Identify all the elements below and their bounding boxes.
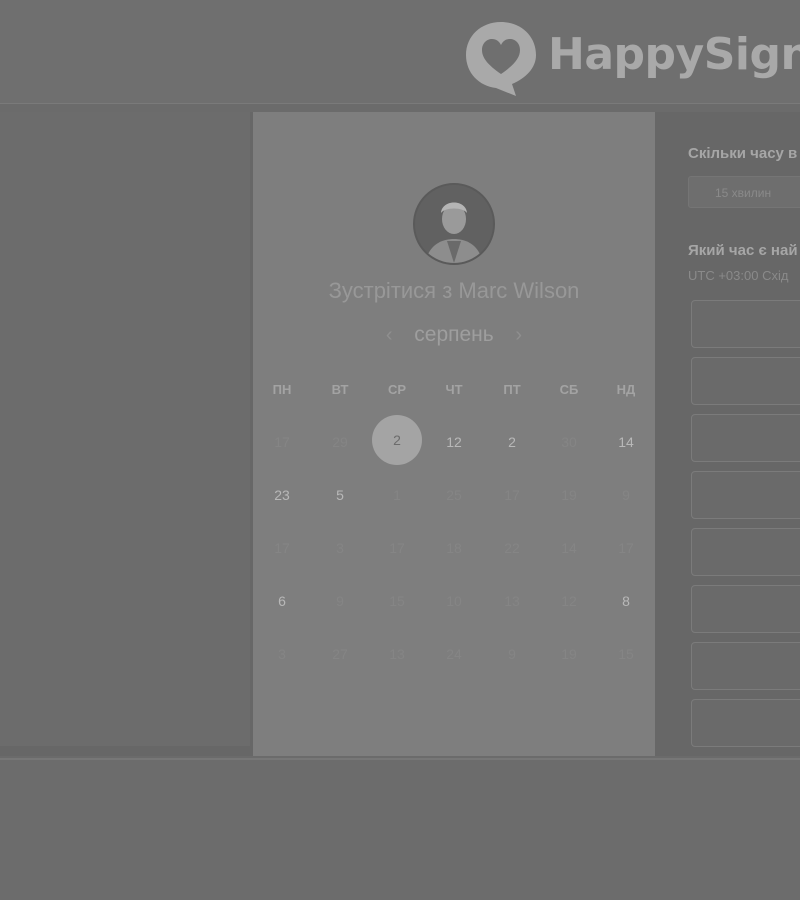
calendar-day: 17 — [274, 540, 290, 556]
weekday-label: СБ — [559, 382, 579, 397]
calendar-day: 15 — [389, 593, 405, 609]
time-slot-button[interactable] — [691, 585, 800, 633]
calendar-day: 9 — [622, 487, 630, 503]
selected-day[interactable]: 2 — [372, 415, 422, 465]
calendar-day: 9 — [336, 593, 344, 609]
calendar-day[interactable]: 8 — [606, 591, 646, 611]
chevron-right-icon[interactable]: › — [504, 324, 534, 347]
footer — [0, 760, 800, 900]
calendar-day: 17 — [618, 540, 634, 556]
calendar-day: 27 — [332, 646, 348, 662]
weekday-label: ПН — [272, 382, 292, 397]
duration-select[interactable]: 15 хвилин — [688, 176, 800, 208]
time-slot-button[interactable] — [691, 300, 800, 348]
calendar-day: 24 — [446, 646, 462, 662]
brand-name: HappySigna — [548, 29, 800, 80]
person-portrait-icon — [415, 185, 493, 263]
heart-chat-bubble-icon — [466, 22, 536, 96]
time-slot-button[interactable] — [691, 699, 800, 747]
calendar-day: 13 — [504, 593, 520, 609]
month-navigator: ‹ серпень › — [253, 323, 655, 347]
weekday-label: ВТ — [331, 382, 349, 397]
meeting-title: Зустрітися з Marc Wilson — [328, 278, 580, 303]
weekday-label: СР — [387, 382, 407, 397]
calendar-day[interactable]: 23 — [262, 485, 302, 505]
calendar-day: 1 — [393, 487, 401, 503]
calendar-day: 29 — [332, 434, 348, 450]
calendar-day: 13 — [389, 646, 405, 662]
calendar-day: 17 — [389, 540, 405, 556]
calendar-day: 30 — [561, 434, 577, 450]
calendar-day: 17 — [504, 487, 520, 503]
month-label: серпень — [414, 323, 494, 346]
calendar-day: 19 — [561, 646, 577, 662]
calendar-day: 10 — [446, 593, 462, 609]
calendar-day: 9 — [508, 646, 516, 662]
calendar-day: 3 — [278, 646, 286, 662]
weekday-label: ЧТ — [445, 382, 463, 397]
left-pane — [0, 112, 250, 746]
calendar-day: 3 — [336, 540, 344, 556]
scheduler-pane: Скільки часу в 15 хвилин Який час є най … — [655, 112, 800, 756]
calendar-day[interactable]: 5 — [320, 485, 360, 505]
calendar-panel: Зустрітися з Marc Wilson ‹ серпень › ПН В… — [253, 112, 655, 756]
time-slot-button[interactable] — [691, 471, 800, 519]
time-slot-button[interactable] — [691, 414, 800, 462]
time-slot-button[interactable] — [691, 528, 800, 576]
weekday-header-row: ПН ВТ СР ЧТ ПТ СБ НД — [253, 382, 655, 398]
calendar-day[interactable]: 6 — [262, 591, 302, 611]
brand-logo[interactable]: HappySigna — [464, 18, 800, 98]
time-slot-button[interactable] — [691, 357, 800, 405]
calendar-day: 14 — [561, 540, 577, 556]
calendar-day: 22 — [504, 540, 520, 556]
timezone-label: UTC +03:00 Схід — [688, 268, 789, 283]
calendar-day: 25 — [446, 487, 462, 503]
calendar-day: 18 — [446, 540, 462, 556]
calendar-day: 19 — [561, 487, 577, 503]
calendar-day[interactable]: 14 — [606, 432, 646, 452]
duration-question: Скільки часу в — [688, 145, 798, 162]
calendar-day: 12 — [561, 593, 577, 609]
time-slot-button[interactable] — [691, 642, 800, 690]
chevron-left-icon[interactable]: ‹ — [374, 324, 404, 347]
duration-value: 15 хвилин — [715, 186, 772, 200]
top-header: HappySigna — [0, 0, 800, 104]
avatar — [413, 183, 495, 265]
weekday-label: НД — [616, 382, 636, 397]
time-question: Який час є най — [688, 242, 798, 259]
calendar-day: 17 — [274, 434, 290, 450]
calendar-day[interactable]: 2 — [492, 432, 532, 452]
calendar-day: 15 — [618, 646, 634, 662]
weekday-label: ПТ — [503, 382, 521, 397]
calendar-day[interactable]: 12 — [434, 432, 474, 452]
